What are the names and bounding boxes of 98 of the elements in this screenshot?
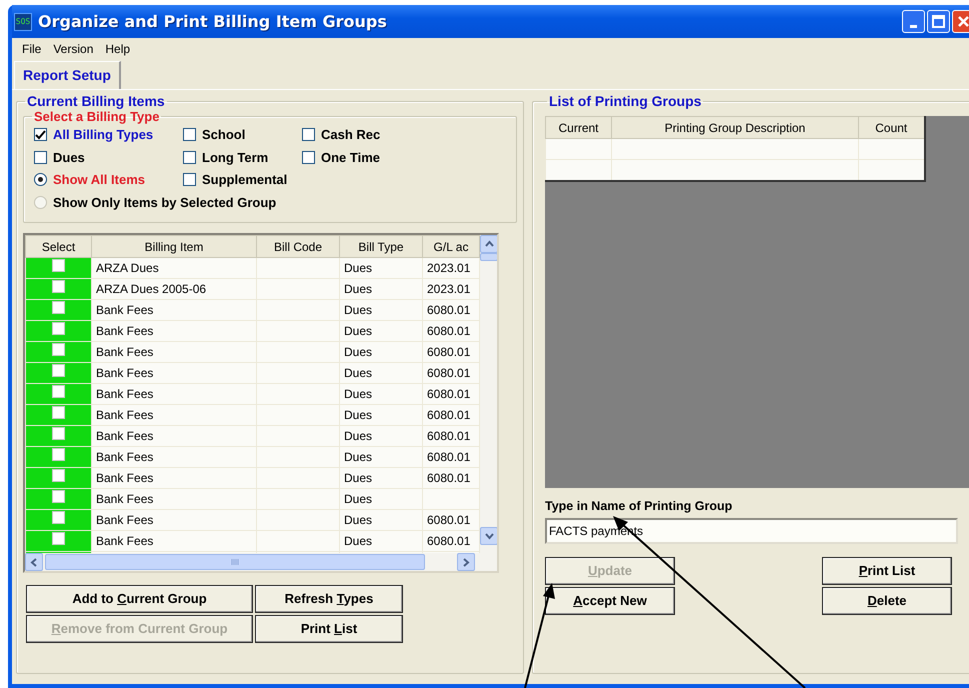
option-label: Long Term: [202, 148, 268, 167]
table-cell: Bank Fees: [96, 387, 154, 401]
table-cell: Bank Fees: [96, 450, 154, 464]
minimize-button[interactable]: [902, 10, 925, 33]
checkbox[interactable]: [34, 128, 47, 142]
table-cell: Dues: [344, 366, 372, 380]
button[interactable]: Refresh Types: [255, 585, 403, 613]
table-cell: Dues: [344, 345, 372, 359]
column-header: Bill Type: [340, 236, 422, 258]
table-cell: Dues: [344, 513, 372, 527]
option-label: Cash Rec: [321, 126, 380, 144]
table-cell: 6080.01: [427, 387, 470, 401]
table-cell: Bank Fees: [96, 513, 154, 527]
menu-item[interactable]: File: [16, 40, 48, 58]
checkbox[interactable]: [302, 150, 315, 164]
chevron-up-icon: [484, 239, 494, 249]
column-header: Select: [26, 236, 92, 258]
checkbox[interactable]: [183, 150, 196, 164]
table-cell: 6080.01: [427, 408, 470, 422]
option-label: Supplemental: [202, 171, 288, 189]
option-label: All Billing Types: [53, 126, 154, 144]
radio-button[interactable]: [34, 173, 47, 186]
maximize-icon: [932, 15, 945, 28]
group-title: Current Billing Items: [26, 94, 166, 108]
table-cell: 6080.01: [427, 534, 470, 548]
table-cell: 6080.01: [427, 450, 470, 464]
table-cell: Dues: [344, 324, 372, 338]
menu-item[interactable]: Help: [99, 40, 136, 58]
column-header: Current: [546, 116, 612, 138]
scroll-up-button[interactable]: [480, 235, 497, 253]
table-cell: Bank Fees: [96, 303, 154, 317]
button[interactable]: Add to Current Group: [26, 585, 253, 613]
table-cell: 6080.01: [427, 303, 470, 317]
group-title: Select a Billing Type: [33, 110, 160, 123]
checkbox[interactable]: [183, 128, 196, 142]
table-cell: Dues: [344, 492, 372, 506]
table-cell: 2023.01: [427, 261, 470, 275]
checkbox[interactable]: [302, 128, 315, 142]
table-cell: Dues: [344, 471, 372, 485]
scroll-left-button[interactable]: [25, 553, 43, 571]
table-cell: ARZA Dues: [96, 261, 159, 275]
group-title: List of Printing Groups: [548, 94, 702, 108]
tab[interactable]: Report Setup: [14, 61, 121, 89]
table-cell: Dues: [344, 261, 372, 275]
table-cell: Dues: [344, 387, 372, 401]
table-cell: 2023.01: [427, 282, 470, 296]
option-label: Show Only Items by Selected Group: [53, 194, 276, 212]
column-header: Billing Item: [92, 236, 256, 258]
table-cell: 6080.01: [427, 429, 470, 443]
option-label: Show All Items: [53, 171, 145, 189]
table-cell: Dues: [344, 429, 372, 443]
table-cell: Dues: [344, 282, 372, 296]
scroll-down-button[interactable]: [480, 527, 497, 545]
table-cell: Bank Fees: [96, 429, 154, 443]
table-cell: 6080.01: [427, 345, 470, 359]
table-cell: 6080.01: [427, 366, 470, 380]
table-cell: ARZA Dues 2005-06: [96, 282, 206, 296]
chevron-right-icon: [461, 556, 471, 568]
option-label: Dues: [53, 148, 85, 166]
button[interactable]: Delete: [822, 586, 952, 615]
table-cell: Bank Fees: [96, 492, 154, 506]
window-title: Organize and Print Billing Item Groups: [38, 10, 388, 32]
button[interactable]: Print List: [822, 556, 952, 585]
scroll-thumb[interactable]: [45, 554, 425, 570]
table-cell: Dues: [344, 534, 372, 548]
chevron-left-icon: [29, 556, 39, 568]
column-header: Count: [858, 116, 924, 138]
table-cell: 6080.01: [427, 324, 470, 338]
minimize-icon: [910, 25, 917, 28]
table-cell: 6080.01: [427, 471, 470, 485]
checkbox[interactable]: [34, 150, 47, 164]
table-cell: Dues: [344, 303, 372, 317]
table-cell: Bank Fees: [96, 471, 154, 485]
close-button[interactable]: [952, 10, 969, 33]
table-cell: Dues: [344, 450, 372, 464]
chevron-down-icon: [484, 531, 494, 541]
menu-item[interactable]: Version: [47, 40, 100, 58]
table-cell: Bank Fees: [96, 345, 154, 359]
option-label: School: [202, 126, 246, 144]
scroll-right-button[interactable]: [457, 553, 475, 571]
button[interactable]: Accept New: [545, 586, 675, 615]
maximize-button[interactable]: [927, 10, 950, 33]
table-cell: 6080.01: [427, 513, 470, 527]
app-icon: SOS: [14, 12, 32, 30]
field-label: Type in Name of Printing Group: [545, 498, 734, 515]
option-label: One Time: [321, 148, 380, 166]
column-header: Printing Group Description: [612, 116, 858, 138]
scroll-thumb[interactable]: [480, 253, 497, 261]
table-cell: Bank Fees: [96, 408, 154, 422]
checkbox[interactable]: [183, 173, 196, 186]
column-header: G/L ac: [422, 236, 480, 258]
table-cell: Dues: [344, 408, 372, 422]
table-cell: Bank Fees: [96, 324, 154, 338]
table-cell: Bank Fees: [96, 534, 154, 548]
table-cell: Bank Fees: [96, 366, 154, 380]
column-header: Bill Code: [256, 236, 340, 258]
close-icon: [957, 15, 969, 28]
button[interactable]: Print List: [255, 615, 403, 643]
